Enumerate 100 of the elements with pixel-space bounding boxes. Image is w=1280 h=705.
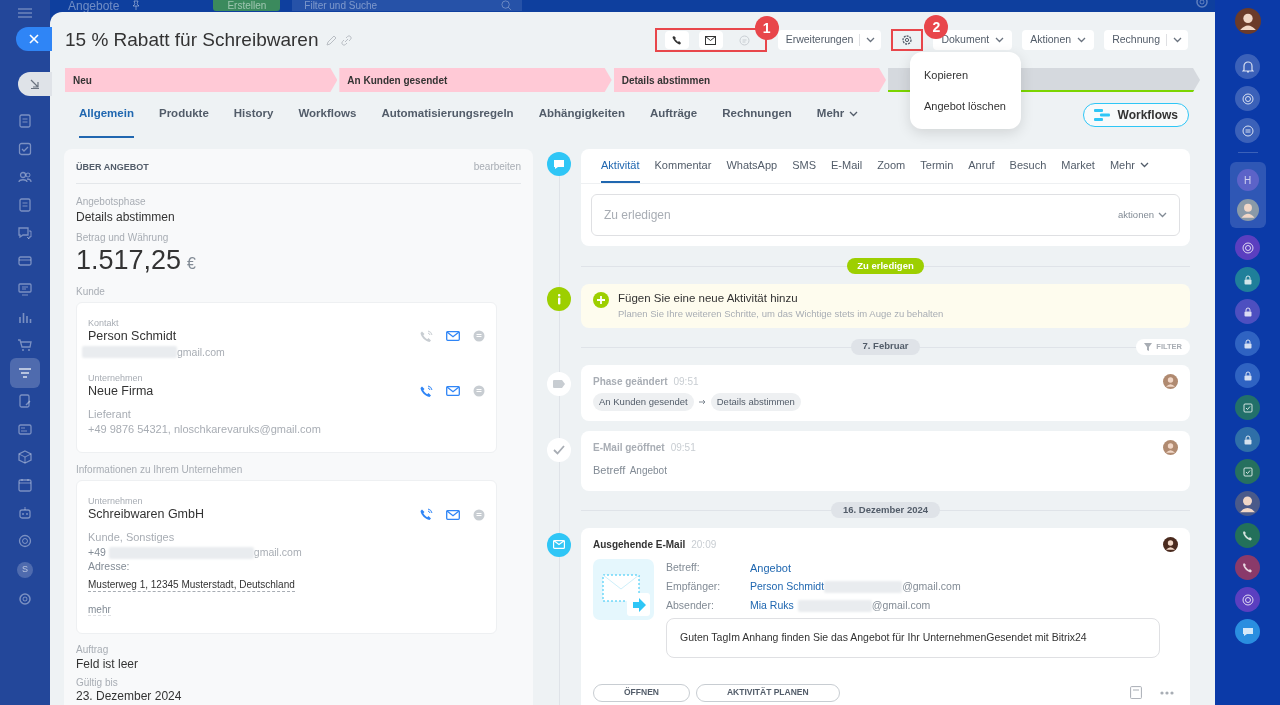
people-icon[interactable] (18, 170, 32, 184)
phone-icon[interactable] (420, 508, 433, 522)
stage-step[interactable]: An Kunden gesendet (339, 68, 612, 92)
close-button[interactable] (16, 27, 52, 51)
chevron-down-icon[interactable] (1139, 162, 1149, 168)
contact-link[interactable]: Person Schmidt (750, 579, 825, 596)
tab[interactable]: History (233, 92, 274, 138)
more-icon[interactable] (1160, 690, 1174, 695)
envelope-icon[interactable] (446, 386, 460, 397)
menu-item[interactable]: Angebot löschen (910, 90, 1021, 121)
email-body: Guten TagIm Anhang finden Sie das Angebot für Ihr UnternehmenGesendet mit Bitrix24 (666, 617, 1160, 658)
amount-value: 1.517,25 (76, 244, 182, 277)
cart-icon[interactable] (18, 338, 32, 352)
entity-name[interactable]: Schreibwaren GmbH (88, 507, 204, 523)
lock-button[interactable] (1235, 299, 1260, 324)
chevron-down-icon[interactable] (1173, 37, 1182, 43)
chevron-down-icon[interactable] (1077, 37, 1087, 43)
email-button[interactable] (698, 31, 723, 49)
document-icon[interactable] (18, 114, 32, 128)
phone-button[interactable] (1235, 523, 1260, 548)
chat-button[interactable] (1235, 619, 1260, 644)
bar-chart-icon[interactable] (18, 310, 32, 324)
tab[interactable]: Aufträge (649, 92, 698, 138)
card-icon[interactable] (18, 422, 32, 436)
robot-icon[interactable] (18, 506, 32, 520)
actions-dropdown[interactable]: aktionen (1118, 207, 1167, 223)
spiral-button[interactable] (1235, 235, 1260, 260)
pin-icon[interactable] (131, 0, 142, 10)
chevron-down-icon[interactable] (1158, 212, 1167, 218)
tab[interactable]: Anruf (968, 149, 995, 183)
envelope-icon[interactable] (446, 331, 460, 342)
bell-button[interactable] (1235, 54, 1260, 79)
settings-icon[interactable] (18, 592, 32, 606)
calendar-icon[interactable] (18, 478, 32, 492)
tab[interactable]: Termin (920, 149, 954, 183)
checkbox-icon[interactable] (18, 142, 32, 156)
tab[interactable]: Allgemein (79, 92, 134, 138)
target-icon[interactable] (18, 534, 32, 548)
split-button[interactable]: Erweiterungen (777, 30, 882, 50)
tab[interactable]: Kommentar (654, 149, 712, 183)
tab[interactable]: Mehr (1109, 149, 1149, 183)
stage-step[interactable]: Neu (65, 68, 338, 92)
tab[interactable]: Zoom (877, 149, 906, 183)
settings-button[interactable] (891, 29, 924, 51)
menu-item[interactable]: Kopieren (910, 60, 1021, 91)
tab[interactable]: WhatsApp (726, 149, 778, 183)
tab[interactable]: SMS (792, 149, 816, 183)
chevron-down-icon[interactable] (849, 111, 859, 117)
tab[interactable]: Market (1061, 149, 1095, 183)
document-edit-icon[interactable] (18, 394, 32, 408)
monitor-icon[interactable] (18, 282, 32, 296)
tab[interactable]: Rechnungen (722, 92, 792, 138)
lock-button[interactable] (1235, 331, 1260, 356)
spiral-button[interactable] (1235, 587, 1260, 612)
tab[interactable]: Aktivität (601, 149, 640, 183)
envelope-icon[interactable] (446, 509, 460, 520)
chat-button[interactable] (1235, 118, 1260, 143)
phone-icon[interactable] (420, 384, 433, 398)
chat-icon[interactable] (18, 226, 32, 240)
document-icon[interactable] (18, 198, 32, 212)
spiral-button[interactable] (1235, 86, 1260, 111)
tab[interactable]: Mehr (816, 92, 859, 138)
entity-name[interactable]: Person Schmidt (88, 328, 177, 344)
chevron-down-icon[interactable] (866, 37, 876, 43)
checkbox-button[interactable] (1235, 459, 1260, 484)
note-icon[interactable] (1130, 686, 1142, 699)
tab[interactable]: Besuch (1009, 149, 1047, 183)
settings-icon (901, 34, 914, 46)
lock-button[interactable] (1235, 267, 1260, 292)
chevron-down-icon[interactable] (995, 37, 1005, 43)
user-avatar[interactable] (1234, 8, 1261, 34)
split-button[interactable]: Rechnung (1104, 30, 1188, 50)
tab[interactable]: Workflows (298, 92, 357, 138)
menu-icon[interactable] (18, 8, 32, 18)
phone-button[interactable] (1235, 555, 1260, 580)
call-button[interactable] (664, 31, 689, 49)
checkbox-icon (1241, 465, 1254, 478)
contact-link[interactable]: Mia Ruks (750, 598, 794, 615)
user-avatar[interactable] (1163, 536, 1178, 552)
workflows-button[interactable]: Workflows (1082, 103, 1189, 127)
todo-field[interactable]: Zu erledigen aktionen (591, 194, 1180, 236)
add-icon[interactable] (593, 292, 609, 308)
filter-icon[interactable] (18, 366, 32, 380)
box-icon[interactable] (18, 450, 32, 464)
search-icon[interactable] (501, 0, 513, 11)
lock-button[interactable] (1235, 427, 1260, 452)
contact-link[interactable]: Angebot (750, 560, 791, 577)
tab[interactable]: Abhängigkeiten (538, 92, 625, 138)
more-link[interactable]: mehr (88, 603, 111, 616)
tab[interactable]: Automatisierungsregeln (381, 92, 514, 138)
collapse-button[interactable] (18, 72, 52, 96)
tab[interactable]: Produkte (158, 92, 209, 138)
checkbox-button[interactable] (1235, 395, 1260, 420)
lock-button[interactable] (1235, 363, 1260, 388)
dropdown-button[interactable]: Aktionen (1022, 30, 1095, 50)
entity-name[interactable]: Neue Firma (88, 383, 154, 399)
address-link[interactable]: Musterweg 1, 12345 Musterstadt, Deutschland (88, 578, 295, 592)
stage-step[interactable]: Details abstimmen (613, 68, 887, 92)
tab[interactable]: E-Mail (830, 149, 863, 183)
card-icon[interactable] (18, 254, 32, 268)
